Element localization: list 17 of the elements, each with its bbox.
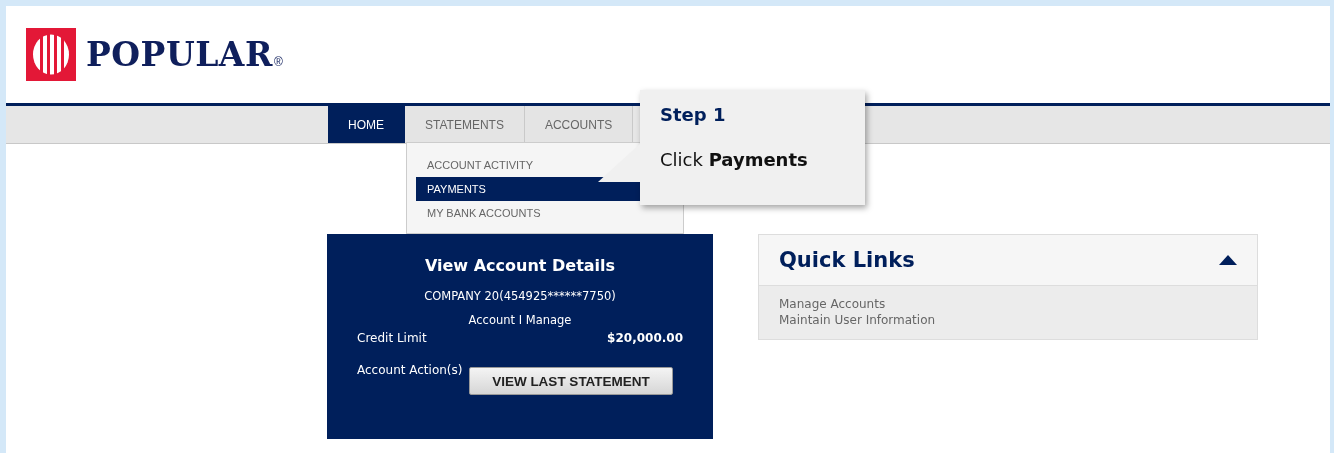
menu-item[interactable]: MY BANK ACCOUNTS <box>416 201 683 225</box>
credit-limit-label: Credit Limit <box>357 331 427 345</box>
account-number: COMPANY 20(454925******7750) <box>424 289 616 303</box>
card-subtitle: Account I Manage <box>468 313 572 327</box>
credit-limit-value: $20,000.00 <box>607 331 683 345</box>
view-statement-button[interactable]: VIEW LAST STATEMENT <box>469 367 673 395</box>
callout-text: Click Payments <box>660 149 809 170</box>
panel-title: Quick Links <box>779 248 915 272</box>
quick-link[interactable]: Manage Accounts <box>779 297 886 311</box>
card-title: View Account Details <box>424 256 616 275</box>
callout-title: Step 1 <box>660 104 727 125</box>
quick-link[interactable]: Maintain User Information <box>779 313 936 327</box>
actions-label: Account Action(s) <box>357 363 463 377</box>
brand-name: POPULAR® <box>86 35 283 74</box>
collapse-icon[interactable] <box>1219 255 1237 265</box>
nav-tab[interactable]: HOME <box>328 106 405 143</box>
logo-icon <box>26 28 76 81</box>
